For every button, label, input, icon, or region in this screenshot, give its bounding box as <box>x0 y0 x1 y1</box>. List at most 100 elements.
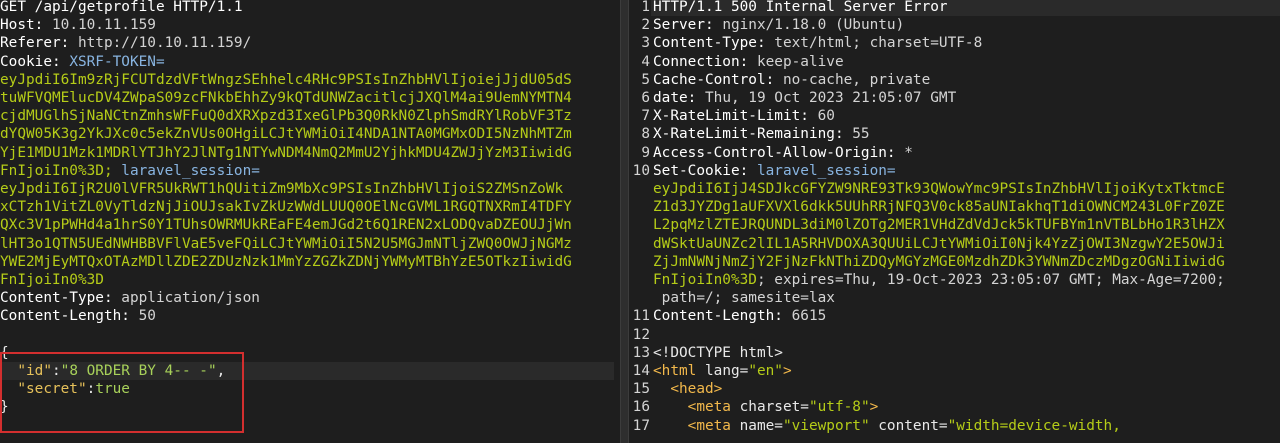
header-name: Content-Type: <box>653 35 766 51</box>
xsrf-token-text: YjE1MDU1Mzk1MDRlYTJhY2JlNTg1NTYwNDM4NmQ2… <box>0 145 572 161</box>
html-line: <head> <box>653 380 722 398</box>
line-number: 17 <box>632 418 650 434</box>
cookie-value-line: FnIjoiIn0%3D; expires=Thu, 19-Oct-2023 2… <box>653 271 1225 289</box>
header-referer: Referer: http://10.10.11.159/ <box>0 34 251 52</box>
html-indent <box>653 399 688 415</box>
status-line: HTTP/1.1 500 Internal Server Error <box>653 0 948 16</box>
session-token-text: ZjJmNWNjNmZjY2FjNzFkNThiZDQyMGYzMGE0Mzdh… <box>653 254 1225 270</box>
line-number: 2 <box>641 17 650 33</box>
response-header: Content-Length: 6615 <box>653 307 826 325</box>
cookie-attrs: ; expires=Thu, 19-Oct-2023 23:05:07 GMT;… <box>756 272 1225 288</box>
header-name: Content-Length: <box>0 308 130 324</box>
header-value: text/html; charset=UTF-8 <box>765 35 983 51</box>
html-tag: <html <box>653 363 697 379</box>
line-number: 7 <box>641 108 650 124</box>
html-attr: charset= <box>730 399 809 415</box>
session-token-text: FnIjoiIn0%3D <box>0 272 104 288</box>
line-number: 12 <box>632 327 650 343</box>
html-line: <html lang="en"> <box>653 362 792 380</box>
cookie-value-line: ZjJmNWNjNmZjY2FjNzFkNThiZDQyMGYzMGE0Mzdh… <box>653 253 1225 271</box>
session-token-text: Z1d3JYZDg1aUFXVXl6dkk5UUhRRjNFQ3V0ck85aU… <box>653 199 1225 215</box>
header-name: Connection: <box>653 54 749 70</box>
header-value: Thu, 19 Oct 2023 21:05:07 GMT <box>696 90 957 106</box>
html-indent <box>653 381 670 397</box>
html-attr-value: "viewport" <box>782 418 870 434</box>
header-name: Content-Length: <box>653 308 783 324</box>
header-name: Server: <box>653 17 714 33</box>
http-viewer: GET /api/getprofile HTTP/1.1 Host: 10.10.… <box>0 0 1280 443</box>
line-number: 11 <box>632 308 650 324</box>
line-number: 5 <box>641 72 650 88</box>
header-name: Set-Cookie: <box>653 163 749 179</box>
header-name: Host: <box>0 17 44 33</box>
html-doctype: <!DOCTYPE html> <box>653 345 783 361</box>
header-name: Cache-Control: <box>653 72 775 88</box>
session-token-text: dWSktUaUNZc2lIL1A5RHVDOXA3QUUiLCJtYWMiOi… <box>653 236 1225 252</box>
line-number: 6 <box>641 90 650 106</box>
cookie-name: laravel_session= <box>121 163 260 179</box>
cookie-value-line: L2pqMzlZTEJRQUNDL3diM0lZOTg2MER1VHdZdVdJ… <box>653 216 1225 234</box>
line-number: 4 <box>641 54 650 70</box>
cookie-value-line: Z1d3JYZDg1aUFXVXl6dkk5UUhRRjNFQ3V0ck85aU… <box>653 198 1225 216</box>
cookie-name: XSRF-TOKEN= <box>60 54 165 70</box>
session-token-text: L2pqMzlZTEJRQUNDL3diM0lZOTg2MER1VHdZdVdJ… <box>653 217 1225 233</box>
html-tag: <head> <box>670 381 723 397</box>
cookie-value-line: xCTzh1VitZL0VyTldzNjJiOUJsakIvZkUzWWdLUU… <box>0 198 572 216</box>
cookie-value-line: eyJpdiI6IjJ4SDJkcGFYZW9NRE93Tk93QWowYmc9… <box>653 180 1225 198</box>
cookie-value-line: YjE1MDU1Mzk1MDRlYTJhY2JlNTg1NTYwNDM4NmQ2… <box>0 144 572 162</box>
html-attr-value: "utf-8" <box>808 399 870 415</box>
header-value: no-cache, private <box>774 72 931 88</box>
cookie-value-line: dYQW05K3g2YkJXc0c5ekZnVUs0OHgiLCJtYWMiOi… <box>0 125 572 143</box>
response-header: X-RateLimit-Remaining: 55 <box>653 125 870 143</box>
cookie-value-line: eyJpdiI6IjR2U0lVFR5UkRWT1hQUitiZm9MbXc9P… <box>0 180 563 198</box>
session-token-text: FnIjoiIn0%3D <box>653 272 757 288</box>
html-line: <meta name="viewport" content="width=dev… <box>653 417 1121 435</box>
line-number: 9 <box>641 145 650 161</box>
cookie-value-line: FnIjoiIn0%3D <box>0 271 104 289</box>
xsrf-token-text: cjdMUGlhSjNaNCtnZmhsWFFuQ0dXRXpzd3IxeGlP… <box>0 108 572 124</box>
header-content-length: Content-Length: 50 <box>0 307 156 325</box>
html-tag: <meta <box>687 399 731 415</box>
line-number: 3 <box>641 35 650 51</box>
cookie-attrs: path=/; samesite=lax <box>653 290 835 306</box>
session-token-text: xCTzh1VitZL0VyTldzNjJiOUJsakIvZkUzWWdLUU… <box>0 199 572 215</box>
cookie-value-line: QXc3V1pPWHd4a1hrS0Y1TUhsOWRMUkREaFE4emJG… <box>0 216 572 234</box>
html-line: <!DOCTYPE html> <box>653 344 783 362</box>
request-pane[interactable]: GET /api/getprofile HTTP/1.1 Host: 10.10.… <box>0 0 620 443</box>
response-header-set-cookie: Set-Cookie: laravel_session= <box>653 162 896 180</box>
header-host: Host: 10.10.11.159 <box>0 16 156 34</box>
header-name: Referer: <box>0 35 70 51</box>
line-number: 15 <box>632 381 650 397</box>
header-content-type: Content-Type: application/json <box>0 289 260 307</box>
response-header: date: Thu, 19 Oct 2023 21:05:07 GMT <box>653 89 956 107</box>
cookie-value-line: lHT3o1QTN5UEdNWHBBVFlVaE5veFQiLCJtYWMiOi… <box>0 235 572 253</box>
html-tag-end: > <box>782 363 792 379</box>
line-number: 14 <box>632 363 650 379</box>
html-indent <box>653 418 688 434</box>
html-line: <meta charset="utf-8"> <box>653 398 879 416</box>
response-header: Access-Control-Allow-Origin: * <box>653 144 913 162</box>
xsrf-token-text: FnIjoiIn0%3D; <box>0 163 122 179</box>
cookie-value-line: cjdMUGlhSjNaNCtnZmhsWFFuQ0dXRXpzd3IxeGlP… <box>0 107 572 125</box>
status-text: HTTP/1.1 500 Internal Server Error <box>653 0 948 15</box>
html-attr: lang= <box>696 363 749 379</box>
session-token-text: lHT3o1QTN5UEdNWHBBVFlVaE5veFQiLCJtYWMiOi… <box>0 236 572 252</box>
pane-divider[interactable] <box>620 0 629 443</box>
header-name: Access-Control-Allow-Origin: <box>653 145 896 161</box>
html-attr: content= <box>869 418 948 434</box>
cookie-value-line: tuWFVQMElucDV4ZWpaS09zcFNkbEhhZy9kQTdUNW… <box>0 89 572 107</box>
line-number: 13 <box>632 345 650 361</box>
request-line-text: GET /api/getprofile HTTP/1.1 <box>0 0 243 15</box>
header-value: 6615 <box>782 308 827 324</box>
highlight-box <box>0 352 244 433</box>
response-pane[interactable]: 1 HTTP/1.1 500 Internal Server Error 2 Serv… <box>629 0 1280 443</box>
session-token-text: eyJpdiI6IjR2U0lVFR5UkRWT1hQUitiZm9MbXc9P… <box>0 181 564 197</box>
response-header: X-RateLimit-Limit: 60 <box>653 107 835 125</box>
cookie-value-line: dWSktUaUNZc2lIL1A5RHVDOXA3QUUiLCJtYWMiOi… <box>653 235 1225 253</box>
header-value: keep-alive <box>748 54 844 70</box>
header-value: application/json <box>112 290 260 306</box>
xsrf-token-text: eyJpdiI6Im9zRjFCUTdzdVFtWngzSEhhelc4RHc9… <box>0 72 572 88</box>
header-value: * <box>895 145 913 161</box>
html-tag: <meta <box>687 418 731 434</box>
cookie-value-line: eyJpdiI6Im9zRjFCUTdzdVFtWngzSEhhelc4RHc9… <box>0 71 572 89</box>
